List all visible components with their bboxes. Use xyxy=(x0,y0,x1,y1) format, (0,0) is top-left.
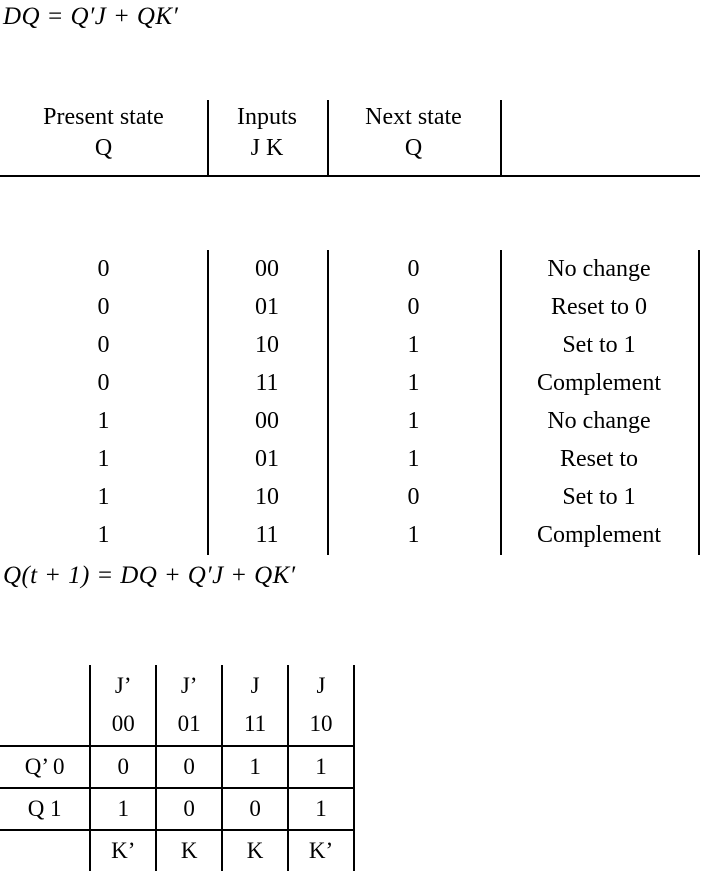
jk-state-table: Present state Q Inputs J K Next state Q … xyxy=(0,100,703,555)
cell-operation: No change xyxy=(547,256,651,282)
kmap-cell: 0 xyxy=(221,787,289,830)
divider-inputs-next xyxy=(327,100,329,175)
column-header-present-state: Present state Q xyxy=(43,104,164,161)
cell-present-state: 0 xyxy=(97,294,110,320)
cell-present-state: 1 xyxy=(97,484,110,510)
cell-next-state: 0 xyxy=(407,294,420,320)
kmap-row-label-q0: Q’ 0 xyxy=(0,745,91,788)
table-row: 0 01 0 Reset to 0 xyxy=(0,288,703,326)
equation-q-next: Q(t + 1) = DQ + Q′J + QK′ xyxy=(3,562,296,589)
column-header-inputs: Inputs J K xyxy=(237,104,297,161)
cell-inputs: 00 xyxy=(255,256,279,282)
kmap-cell: 0 xyxy=(155,787,223,830)
kmap-cell: 1 xyxy=(221,745,289,788)
cell-inputs: 00 xyxy=(255,408,279,434)
divider-present-inputs xyxy=(207,100,209,175)
kmap-col-header-10: J 10 xyxy=(287,665,355,746)
kmap-header-row: J’ 00 J’ 01 J 11 J 10 xyxy=(0,665,355,746)
cell-next-state: 0 xyxy=(407,256,420,282)
table-row: 1 10 0 Set to 1 xyxy=(0,478,703,516)
cell-present-state: 0 xyxy=(97,332,110,358)
cell-next-state: 1 xyxy=(407,446,420,472)
table-row: 0 11 1 Complement xyxy=(0,364,703,402)
state-table-header: Present state Q Inputs J K Next state Q xyxy=(0,100,703,175)
cell-operation: Complement xyxy=(537,370,661,396)
table-row: 1 00 1 No change xyxy=(0,402,703,440)
cell-present-state: 0 xyxy=(97,256,110,282)
kmap-col-header-11: J 11 xyxy=(221,665,289,746)
table-row: 0 00 0 No change xyxy=(0,250,703,288)
cell-inputs: 01 xyxy=(255,294,279,320)
kmap-cell: 1 xyxy=(287,745,355,788)
kmap-row-label-q1: Q 1 xyxy=(0,787,91,830)
cell-operation: No change xyxy=(547,408,651,434)
cell-present-state: 1 xyxy=(97,446,110,472)
cell-operation: Reset to 0 xyxy=(551,294,647,320)
cell-next-state: 1 xyxy=(407,332,420,358)
cell-inputs: 01 xyxy=(255,446,279,472)
kmap-col-header-00: J’ 00 xyxy=(89,665,157,746)
cell-inputs: 10 xyxy=(255,332,279,358)
table-row: 1 01 1 Reset to xyxy=(0,440,703,478)
cell-operation: Complement xyxy=(537,522,661,548)
cell-inputs: 10 xyxy=(255,484,279,510)
cell-operation: Set to 1 xyxy=(562,484,636,510)
karnaugh-map: J’ 00 J’ 01 J 11 J 10 Q’ 0 0 0 1 1 Q 1 1… xyxy=(0,665,355,871)
cell-present-state: 1 xyxy=(97,522,110,548)
state-table-body: 0 00 0 No change 0 01 0 Reset to 0 0 10 … xyxy=(0,175,703,555)
kmap-col-header-01: J’ 01 xyxy=(155,665,223,746)
cell-present-state: 0 xyxy=(97,370,110,396)
cell-next-state: 1 xyxy=(407,408,420,434)
kmap-row-q1: Q 1 1 0 0 1 xyxy=(0,787,355,830)
equation-dq: DQ = Q′J + QK′ xyxy=(3,3,179,30)
kmap-cell: 1 xyxy=(287,787,355,830)
table-row: 0 10 1 Set to 1 xyxy=(0,326,703,364)
kmap-cell: 1 xyxy=(89,787,157,830)
kmap-row-q0: Q’ 0 0 0 1 1 xyxy=(0,745,355,788)
cell-present-state: 1 xyxy=(97,408,110,434)
cell-inputs: 11 xyxy=(255,370,279,396)
cell-inputs: 11 xyxy=(255,522,279,548)
divider-next-operation xyxy=(500,100,502,175)
kmap-corner-cell xyxy=(0,665,90,746)
cell-next-state: 1 xyxy=(407,370,420,396)
kmap-cell: 0 xyxy=(155,745,223,788)
cell-next-state: 1 xyxy=(407,522,420,548)
kmap-cell: 0 xyxy=(89,745,157,788)
cell-operation: Reset to xyxy=(560,446,638,472)
cell-next-state: 0 xyxy=(407,484,420,510)
table-row: 1 11 1 Complement xyxy=(0,516,703,554)
column-header-next-state: Next state Q xyxy=(365,104,462,161)
cell-operation: Set to 1 xyxy=(562,332,636,358)
